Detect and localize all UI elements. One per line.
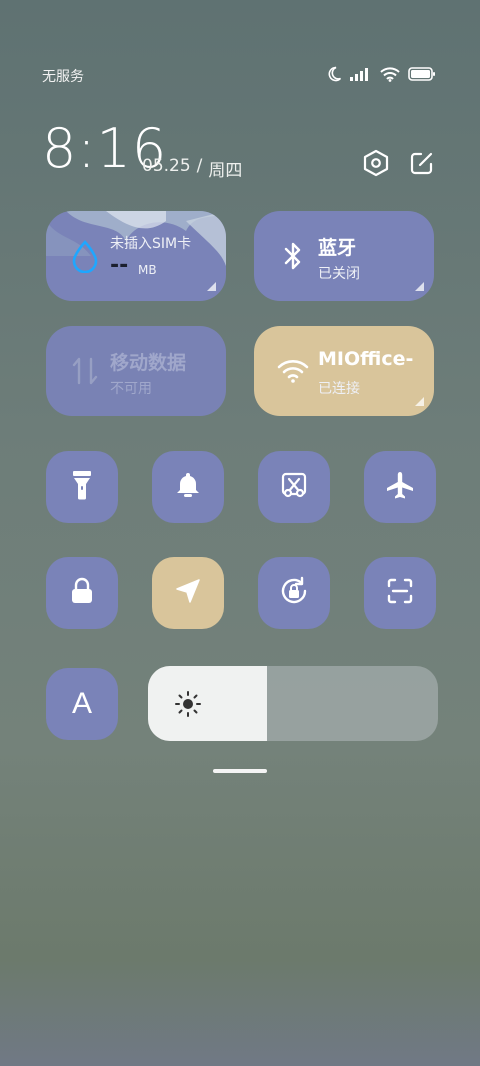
data-usage-tile[interactable]: 未插入SIM卡 -- MB [46, 211, 226, 301]
silent-mode-toggle[interactable] [152, 451, 224, 523]
moon-icon [326, 66, 342, 82]
signal-icon [350, 67, 372, 81]
bluetooth-tile[interactable]: 蓝牙 已关闭 [254, 211, 434, 301]
edit-icon [409, 150, 435, 180]
expand-corner-icon [207, 282, 216, 291]
settings-hexagon-icon [363, 149, 389, 181]
date-row: 05.25 / 周四 [142, 156, 242, 181]
flashlight-toggle[interactable] [46, 451, 118, 523]
lock-icon [70, 577, 94, 609]
wifi-icon [276, 354, 310, 388]
airplane-mode-toggle[interactable] [364, 451, 436, 523]
date: 05.25 [142, 156, 191, 176]
battery-icon [408, 67, 436, 81]
screenshot-toggle[interactable] [258, 451, 330, 523]
mobile-data-title: 移动数据 [110, 352, 187, 374]
data-usage-value: -- [110, 253, 129, 278]
brightness-slider[interactable] [148, 666, 438, 741]
bluetooth-title: 蓝牙 [318, 237, 357, 259]
mobile-data-status: 不可用 [110, 381, 152, 397]
scissors-screenshot-icon [280, 471, 308, 503]
expand-corner-icon [415, 397, 424, 406]
auto-brightness-label: A [71, 687, 92, 720]
lock-screen-toggle[interactable] [46, 557, 118, 629]
edit-button[interactable] [406, 149, 438, 181]
brightness-sun-icon [174, 690, 202, 722]
expand-corner-icon [415, 282, 424, 291]
auto-brightness-toggle[interactable]: A [46, 668, 118, 740]
bluetooth-icon [276, 239, 310, 273]
bluetooth-status: 已关闭 [318, 266, 360, 282]
scan-frame-icon [386, 577, 414, 609]
date-separator: / [196, 156, 203, 176]
water-drop-icon [68, 239, 102, 273]
data-usage-unit: MB [138, 263, 157, 277]
mobile-data-tile[interactable]: 移动数据 不可用 [46, 326, 226, 416]
location-arrow-icon [174, 577, 202, 609]
settings-button[interactable] [360, 149, 392, 181]
scanner-toggle[interactable] [364, 557, 436, 629]
airplane-icon [385, 470, 415, 504]
status-icons [326, 66, 436, 82]
collapse-handle[interactable] [213, 769, 267, 773]
rotation-lock-icon [278, 575, 310, 611]
weekday: 周四 [208, 161, 243, 181]
flashlight-icon [71, 469, 93, 505]
wifi-status: 已连接 [318, 381, 360, 397]
location-toggle[interactable] [152, 557, 224, 629]
wifi-tile[interactable]: MIOffice- 已连接 [254, 326, 434, 416]
data-usage-title: 未插入SIM卡 [110, 236, 192, 252]
brightness-fill [148, 666, 267, 741]
bell-icon [175, 471, 201, 503]
wifi-network-name: MIOffice- [318, 348, 414, 370]
mobile-data-arrows-icon [68, 354, 102, 388]
wifi-status-icon [380, 66, 400, 82]
rotation-lock-toggle[interactable] [258, 557, 330, 629]
carrier-status: 无服务 [42, 69, 84, 85]
